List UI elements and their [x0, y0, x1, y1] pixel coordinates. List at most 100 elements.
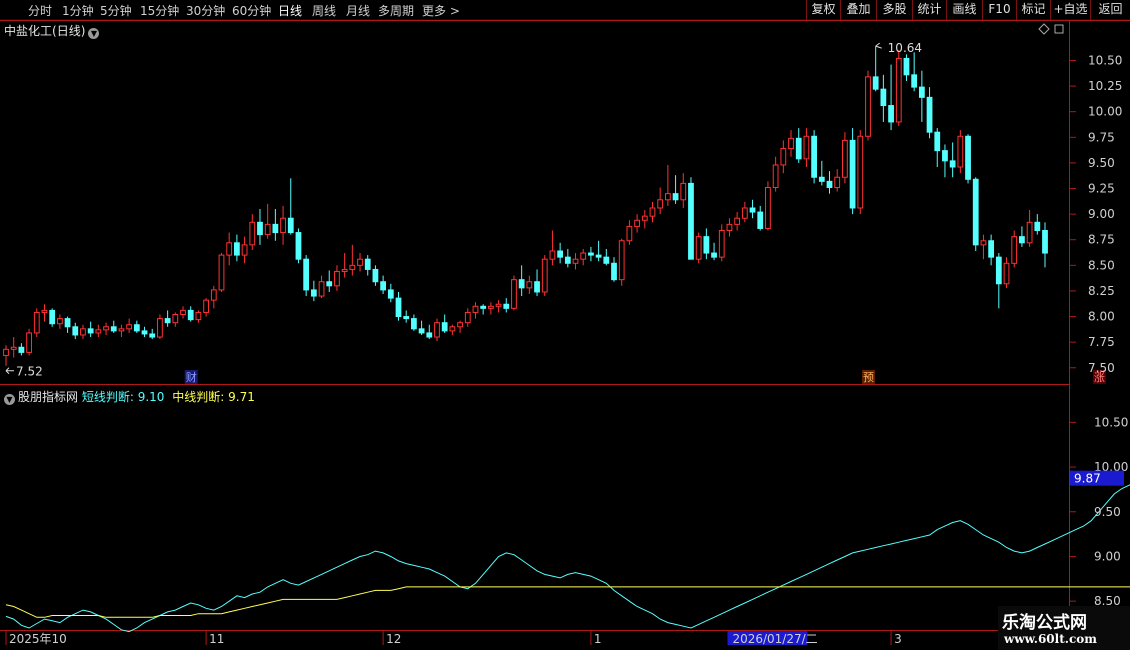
candle-body: [634, 219, 640, 227]
kline-chart[interactable]: 10.647.52 财预涨 7.507.758.008.258.508.759.0…: [0, 0, 1130, 650]
candle-body: [133, 324, 140, 332]
candle: [403, 310, 410, 323]
candle-body: [10, 346, 17, 350]
candle-body: [480, 305, 487, 309]
candle-body: [234, 242, 240, 256]
candle-body: [357, 258, 363, 266]
diamond-icon: [1038, 23, 1050, 35]
candle: [395, 291, 402, 321]
candle-body: [95, 329, 102, 334]
candle-body: [41, 309, 48, 313]
candle-body: [1026, 221, 1033, 244]
candle-body: [26, 332, 32, 353]
candle-body: [511, 279, 517, 309]
candle-body: [880, 88, 887, 107]
candle-body: [726, 223, 733, 232]
candle: [926, 87, 933, 139]
candle: [572, 253, 579, 270]
candle: [634, 214, 640, 233]
candle: [357, 253, 363, 272]
candle-body: [449, 326, 456, 332]
candle: [795, 128, 802, 163]
candle-body: [711, 252, 717, 258]
candle: [865, 70, 871, 141]
candle: [264, 203, 271, 239]
candle: [387, 283, 394, 303]
candle: [464, 308, 471, 327]
short-line-series: [5, 484, 1130, 633]
time-tick-label: 1: [594, 632, 602, 646]
candle-body: [803, 135, 810, 160]
candle-body: [426, 332, 433, 338]
candle-body: [749, 207, 756, 213]
candle-body: [664, 193, 671, 201]
candle: [56, 314, 63, 329]
candle-body: [1042, 230, 1048, 254]
candle: [310, 280, 317, 302]
candle: [957, 130, 964, 174]
candle-body: [295, 232, 302, 260]
candle: [334, 265, 340, 291]
candle-body: [834, 176, 841, 188]
candle-body: [80, 328, 86, 336]
candle: [680, 173, 687, 208]
candle-body: [765, 186, 771, 229]
candle-body: [988, 240, 995, 258]
candle-body: [241, 244, 248, 256]
candle: [1019, 226, 1025, 247]
candle-body: [226, 242, 233, 256]
candle-body: [780, 148, 787, 166]
candle-body: [641, 215, 648, 221]
candle-body: [18, 346, 25, 353]
candle: [195, 310, 202, 323]
candle: [3, 345, 9, 366]
price-tick-label: 8.00: [1088, 310, 1115, 324]
candle-body: [149, 333, 156, 338]
candle: [103, 322, 109, 335]
candle: [842, 132, 848, 184]
candle: [172, 312, 179, 327]
candle-body: [472, 305, 479, 313]
candle: [741, 201, 748, 223]
candle: [911, 52, 918, 92]
candle-body: [757, 211, 764, 229]
candle-body: [187, 309, 194, 321]
candle: [249, 214, 256, 250]
candle: [549, 230, 556, 266]
candle-body: [826, 180, 833, 188]
current-value-label: 9.87: [1074, 472, 1101, 486]
candle: [434, 318, 440, 342]
candle: [888, 64, 894, 131]
candle: [110, 320, 117, 333]
candle-body: [972, 178, 979, 246]
candle-body: [380, 281, 387, 291]
candle-body: [688, 182, 694, 260]
candle: [934, 128, 941, 168]
candle-body: [795, 137, 802, 160]
candle: [595, 240, 602, 262]
time-tick-label: 12: [386, 632, 401, 646]
candle-body: [649, 207, 656, 217]
candle-body: [564, 256, 571, 264]
candle-body: [626, 225, 633, 242]
candle: [626, 220, 633, 245]
candle: [326, 270, 333, 292]
high-arrow: [875, 42, 882, 49]
candle: [618, 238, 625, 286]
candle: [295, 228, 302, 264]
time-tick-label: 3: [894, 632, 902, 646]
candle: [203, 298, 209, 317]
candle: [364, 255, 371, 276]
candle: [949, 142, 956, 178]
time-tick-label: 11: [209, 632, 224, 646]
candle: [765, 181, 771, 231]
candle: [72, 322, 79, 340]
candle-body: [103, 326, 109, 331]
candle: [849, 128, 856, 215]
candle: [133, 320, 140, 333]
candle: [980, 234, 987, 260]
candle-body: [518, 279, 525, 289]
candle-body: [1003, 262, 1010, 285]
candle: [511, 275, 517, 311]
candle-body: [349, 264, 356, 270]
